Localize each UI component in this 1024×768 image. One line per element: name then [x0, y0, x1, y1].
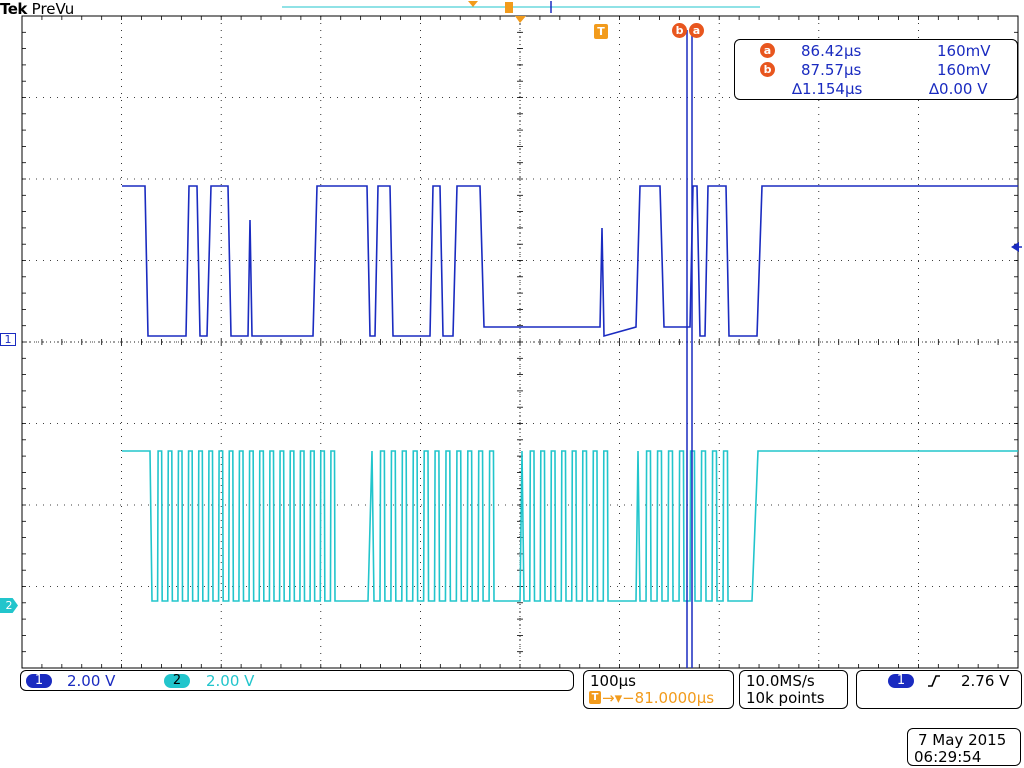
cursor-a-icon: a: [760, 43, 775, 58]
cursor-readout: a 86.42µs 160mV b 87.57µs 160mV ∆1.154µs…: [734, 39, 1018, 100]
time: 06:29:54: [914, 748, 982, 766]
ch1-marker-label: 1: [4, 333, 12, 346]
date-time-readout: 7 May 2015 06:29:54: [907, 728, 1021, 766]
trigger-source-badge: 1: [888, 674, 914, 688]
record-length: 10k points: [746, 689, 825, 707]
horizontal-position-marker: [515, 16, 526, 23]
trigger-position-icon: T: [589, 691, 601, 704]
cursor-b-volt: 160mV: [937, 61, 991, 79]
date: 7 May 2015: [918, 731, 1007, 749]
record-window-marker: [505, 2, 513, 13]
cursor-b-icon: b: [760, 62, 775, 77]
cursor-delta-volt: ∆0.00 V: [929, 80, 988, 98]
trigger-readout[interactable]: 1 2.76 V: [856, 670, 1022, 709]
trigger-marker-icon[interactable]: T: [594, 24, 608, 39]
timebase-scale: 100µs: [590, 672, 636, 690]
sample-rate: 10.0MS/s: [746, 672, 815, 690]
ch2-waveform: [122, 450, 1018, 602]
ch1-waveform: [122, 185, 1018, 338]
cursor-a-time: 86.42µs: [801, 42, 862, 60]
ch1-ground-marker-icon[interactable]: 1: [0, 333, 16, 346]
cursor-delta-time: ∆1.154µs: [792, 80, 863, 98]
cursor-b-marker-icon[interactable]: b: [672, 23, 687, 38]
horizontal-delay: →▾−81.0000µs: [602, 689, 715, 707]
trigger-level: 2.76 V: [961, 672, 1010, 690]
cursor-b-time: 87.57µs: [801, 61, 862, 79]
ch2-scale[interactable]: 2.00 V: [206, 673, 254, 689]
waveform-display: [21, 1, 1022, 669]
acquisition-readout[interactable]: 10.0MS/s 10k points: [739, 670, 848, 709]
rising-edge-icon: [928, 675, 940, 687]
cursor-a-volt: 160mV: [937, 42, 991, 60]
ch1-scale[interactable]: 2.00 V: [67, 673, 115, 689]
ch2-marker-label: 2: [5, 599, 13, 612]
channel-scales-bar: 1 2.00 V 2 2.00 V: [20, 670, 574, 691]
record-trigger-marker: [468, 1, 478, 7]
cursor-a-marker-icon[interactable]: a: [689, 23, 704, 38]
timebase-readout[interactable]: 100µs T →▾−81.0000µs: [583, 670, 734, 709]
ch2-badge[interactable]: 2: [164, 674, 190, 688]
ch1-badge[interactable]: 1: [26, 674, 52, 688]
